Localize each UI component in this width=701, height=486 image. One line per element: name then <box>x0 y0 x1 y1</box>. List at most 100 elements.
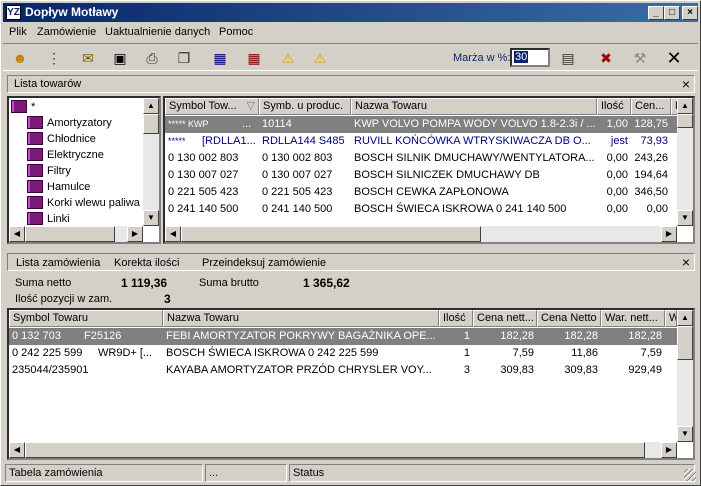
tree-item[interactable]: Amortyzatory <box>27 116 112 132</box>
table-row[interactable]: ***** [RDLLA1... RDLLA144 S485 RUVILL KO… <box>165 133 677 150</box>
scroll-thumb[interactable] <box>25 442 645 458</box>
col-header[interactable]: Symbol Towaru <box>9 310 163 327</box>
table-row[interactable]: 0 130 007 027 0 130 007 027 BOSCH SILNIC… <box>165 167 677 184</box>
book-icon <box>27 116 43 129</box>
close-button[interactable]: × <box>682 6 698 20</box>
status-left: Tabela zamówienia <box>5 464 203 482</box>
scroll-left-icon[interactable]: ◀ <box>9 226 25 242</box>
book-icon <box>27 196 43 209</box>
col-header[interactable]: Symb. u produc. <box>259 98 351 115</box>
zamowienie-panel-header: Lista zamówienia Korekta ilości Przeinde… <box>7 253 695 271</box>
book-icon <box>27 164 43 177</box>
table-row[interactable]: 0 221 505 423 0 221 505 423 BOSCH CEWKA … <box>165 184 677 201</box>
towary-hscroll[interactable]: ◀ ▶ <box>165 226 677 242</box>
exit-icon[interactable]: ✕ <box>663 47 685 69</box>
alert-person-icon[interactable]: ⚠ <box>309 47 331 69</box>
tree-item[interactable]: Korki wlewu paliwa <box>27 196 140 212</box>
suma-brutto-label: Suma brutto <box>199 277 259 289</box>
col-header[interactable]: Symbol Tow... ▽ <box>165 98 259 115</box>
tree-item[interactable]: Chłodnice <box>27 132 96 148</box>
scroll-thumb[interactable] <box>25 226 115 242</box>
scroll-right-icon[interactable]: ▶ <box>127 226 143 242</box>
zamowienie-close-icon[interactable]: × <box>682 254 690 270</box>
scroll-up-icon[interactable]: ▲ <box>143 98 159 114</box>
suma-netto-value: 1 119,36 <box>121 276 168 290</box>
zamowienie-hscroll[interactable]: ◀ ▶ <box>9 442 677 458</box>
wrench-icon[interactable]: ⚒ <box>629 47 651 69</box>
book-icon <box>27 132 43 145</box>
table-icon[interactable]: ▦ <box>209 47 231 69</box>
scroll-right-icon[interactable]: ▶ <box>661 226 677 242</box>
table-row[interactable]: 0 132 703 F25126 FEBI AMORTYZATOR POKRYW… <box>9 328 677 345</box>
calendar-icon[interactable]: ▦ <box>243 47 265 69</box>
col-header[interactable]: Ilość <box>597 98 631 115</box>
tree-item[interactable]: Elektryczne <box>27 148 104 164</box>
col-header[interactable]: Cen... <box>631 98 671 115</box>
book-icon <box>27 212 43 225</box>
resize-grip-icon[interactable] <box>684 469 696 481</box>
users-icon[interactable]: ☻ <box>9 47 31 69</box>
tab-korekta-ilosci[interactable]: Korekta ilości <box>114 257 179 269</box>
scroll-thumb[interactable] <box>181 226 481 242</box>
scroll-down-icon[interactable]: ▼ <box>677 426 693 442</box>
col-header[interactable]: Nazwa Towaru <box>351 98 597 115</box>
toolbar: ☻ ⋮ ✉ ▣ ⎙ ❐ ▦ ▦ ⚠ ⚠ Marża w %: 30 ▤ ✖ ⚒ … <box>3 43 698 71</box>
scroll-left-icon[interactable]: ◀ <box>165 226 181 242</box>
marza-input[interactable]: 30 <box>510 48 550 67</box>
tree-hscroll[interactable]: ◀ ▶ <box>9 226 143 242</box>
scroll-thumb[interactable] <box>677 114 693 128</box>
zamowienie-table: Symbol Towaru Nazwa Towaru Ilość Cena ne… <box>7 308 695 460</box>
tree-icon[interactable]: ⋮ <box>43 47 65 69</box>
menu-zamowienie[interactable]: Zamówienie <box>37 26 96 38</box>
minimize-button[interactable]: _ <box>648 6 664 20</box>
col-header[interactable]: Cena Netto <box>537 310 601 327</box>
towary-close-icon[interactable]: × <box>682 76 690 92</box>
calculator-icon[interactable]: ▤ <box>557 47 579 69</box>
menu-uaktualnienie[interactable]: Uaktualnienie danych <box>105 26 210 38</box>
ilosc-pozycji-label: Ilość pozycji w zam. <box>15 293 113 305</box>
tree-item[interactable]: Filtry <box>27 164 71 180</box>
scroll-down-icon[interactable]: ▼ <box>677 210 693 226</box>
tab-lista-zamowienia[interactable]: Lista zamówienia <box>16 257 100 269</box>
table-row[interactable]: 235044/235901 KAYABA AMORTYZATOR PRZÓD C… <box>9 362 677 379</box>
scroll-thumb[interactable] <box>143 114 159 134</box>
table-row[interactable]: 0 242 225 599 WR9D+ [... BOSCH ŚWIECA IS… <box>9 345 677 362</box>
maximize-button[interactable]: □ <box>664 6 680 20</box>
scroll-left-icon[interactable]: ◀ <box>9 442 25 458</box>
suma-netto-label: Suma netto <box>15 277 72 289</box>
scroll-up-icon[interactable]: ▲ <box>677 98 693 114</box>
table-row[interactable]: ***** KWP ... 10114 KWP VOLVO POMPA WODY… <box>165 116 677 133</box>
menu-pomoc[interactable]: Pomoc <box>219 26 253 38</box>
menu-plik[interactable]: Plik <box>9 26 27 38</box>
window-title: Dopływ Motławy <box>25 5 119 19</box>
col-header[interactable]: Ilość <box>439 310 473 327</box>
tree-root[interactable]: * <box>11 100 35 116</box>
zamowienie-vscroll[interactable]: ▲ ▼ <box>677 310 693 442</box>
scroll-down-icon[interactable]: ▼ <box>143 210 159 226</box>
col-header[interactable]: W <box>665 310 677 327</box>
scroll-up-icon[interactable]: ▲ <box>677 310 693 326</box>
book-icon <box>27 180 43 193</box>
print-icon[interactable]: ⎙ <box>141 47 163 69</box>
menu-bar: Plik Zamówienie Uaktualnienie danych Pom… <box>3 23 698 41</box>
scroll-right-icon[interactable]: ▶ <box>661 442 677 458</box>
scroll-thumb[interactable] <box>677 326 693 360</box>
print-preview-icon[interactable]: ❐ <box>173 47 195 69</box>
towary-panel-title: Lista towarów <box>14 78 82 90</box>
title-bar: YZ Dopływ Motławy _ □ × <box>3 3 698 22</box>
warning-icon[interactable]: ⚠ <box>277 47 299 69</box>
book-delete-icon[interactable]: ✖ <box>595 47 617 69</box>
save-icon[interactable]: ▣ <box>109 47 131 69</box>
marza-label: Marża w %: <box>453 52 511 64</box>
mail-icon[interactable]: ✉ <box>77 47 99 69</box>
col-header[interactable]: Cena nett... <box>473 310 537 327</box>
tab-przeindeksuj[interactable]: Przeindeksuj zamówienie <box>202 257 326 269</box>
table-row[interactable]: 0 130 002 803 0 130 002 803 BOSCH SILNIK… <box>165 150 677 167</box>
col-header[interactable]: Nazwa Towaru <box>163 310 439 327</box>
towary-vscroll[interactable]: ▲ ▼ <box>677 98 693 226</box>
tree-vscroll[interactable]: ▲ ▼ <box>143 98 159 226</box>
tree-item[interactable]: Hamulce <box>27 180 90 196</box>
status-middle: ... <box>205 464 287 482</box>
col-header[interactable]: War. nett... <box>601 310 665 327</box>
table-row[interactable]: 0 241 140 500 0 241 140 500 BOSCH ŚWIECA… <box>165 201 677 218</box>
